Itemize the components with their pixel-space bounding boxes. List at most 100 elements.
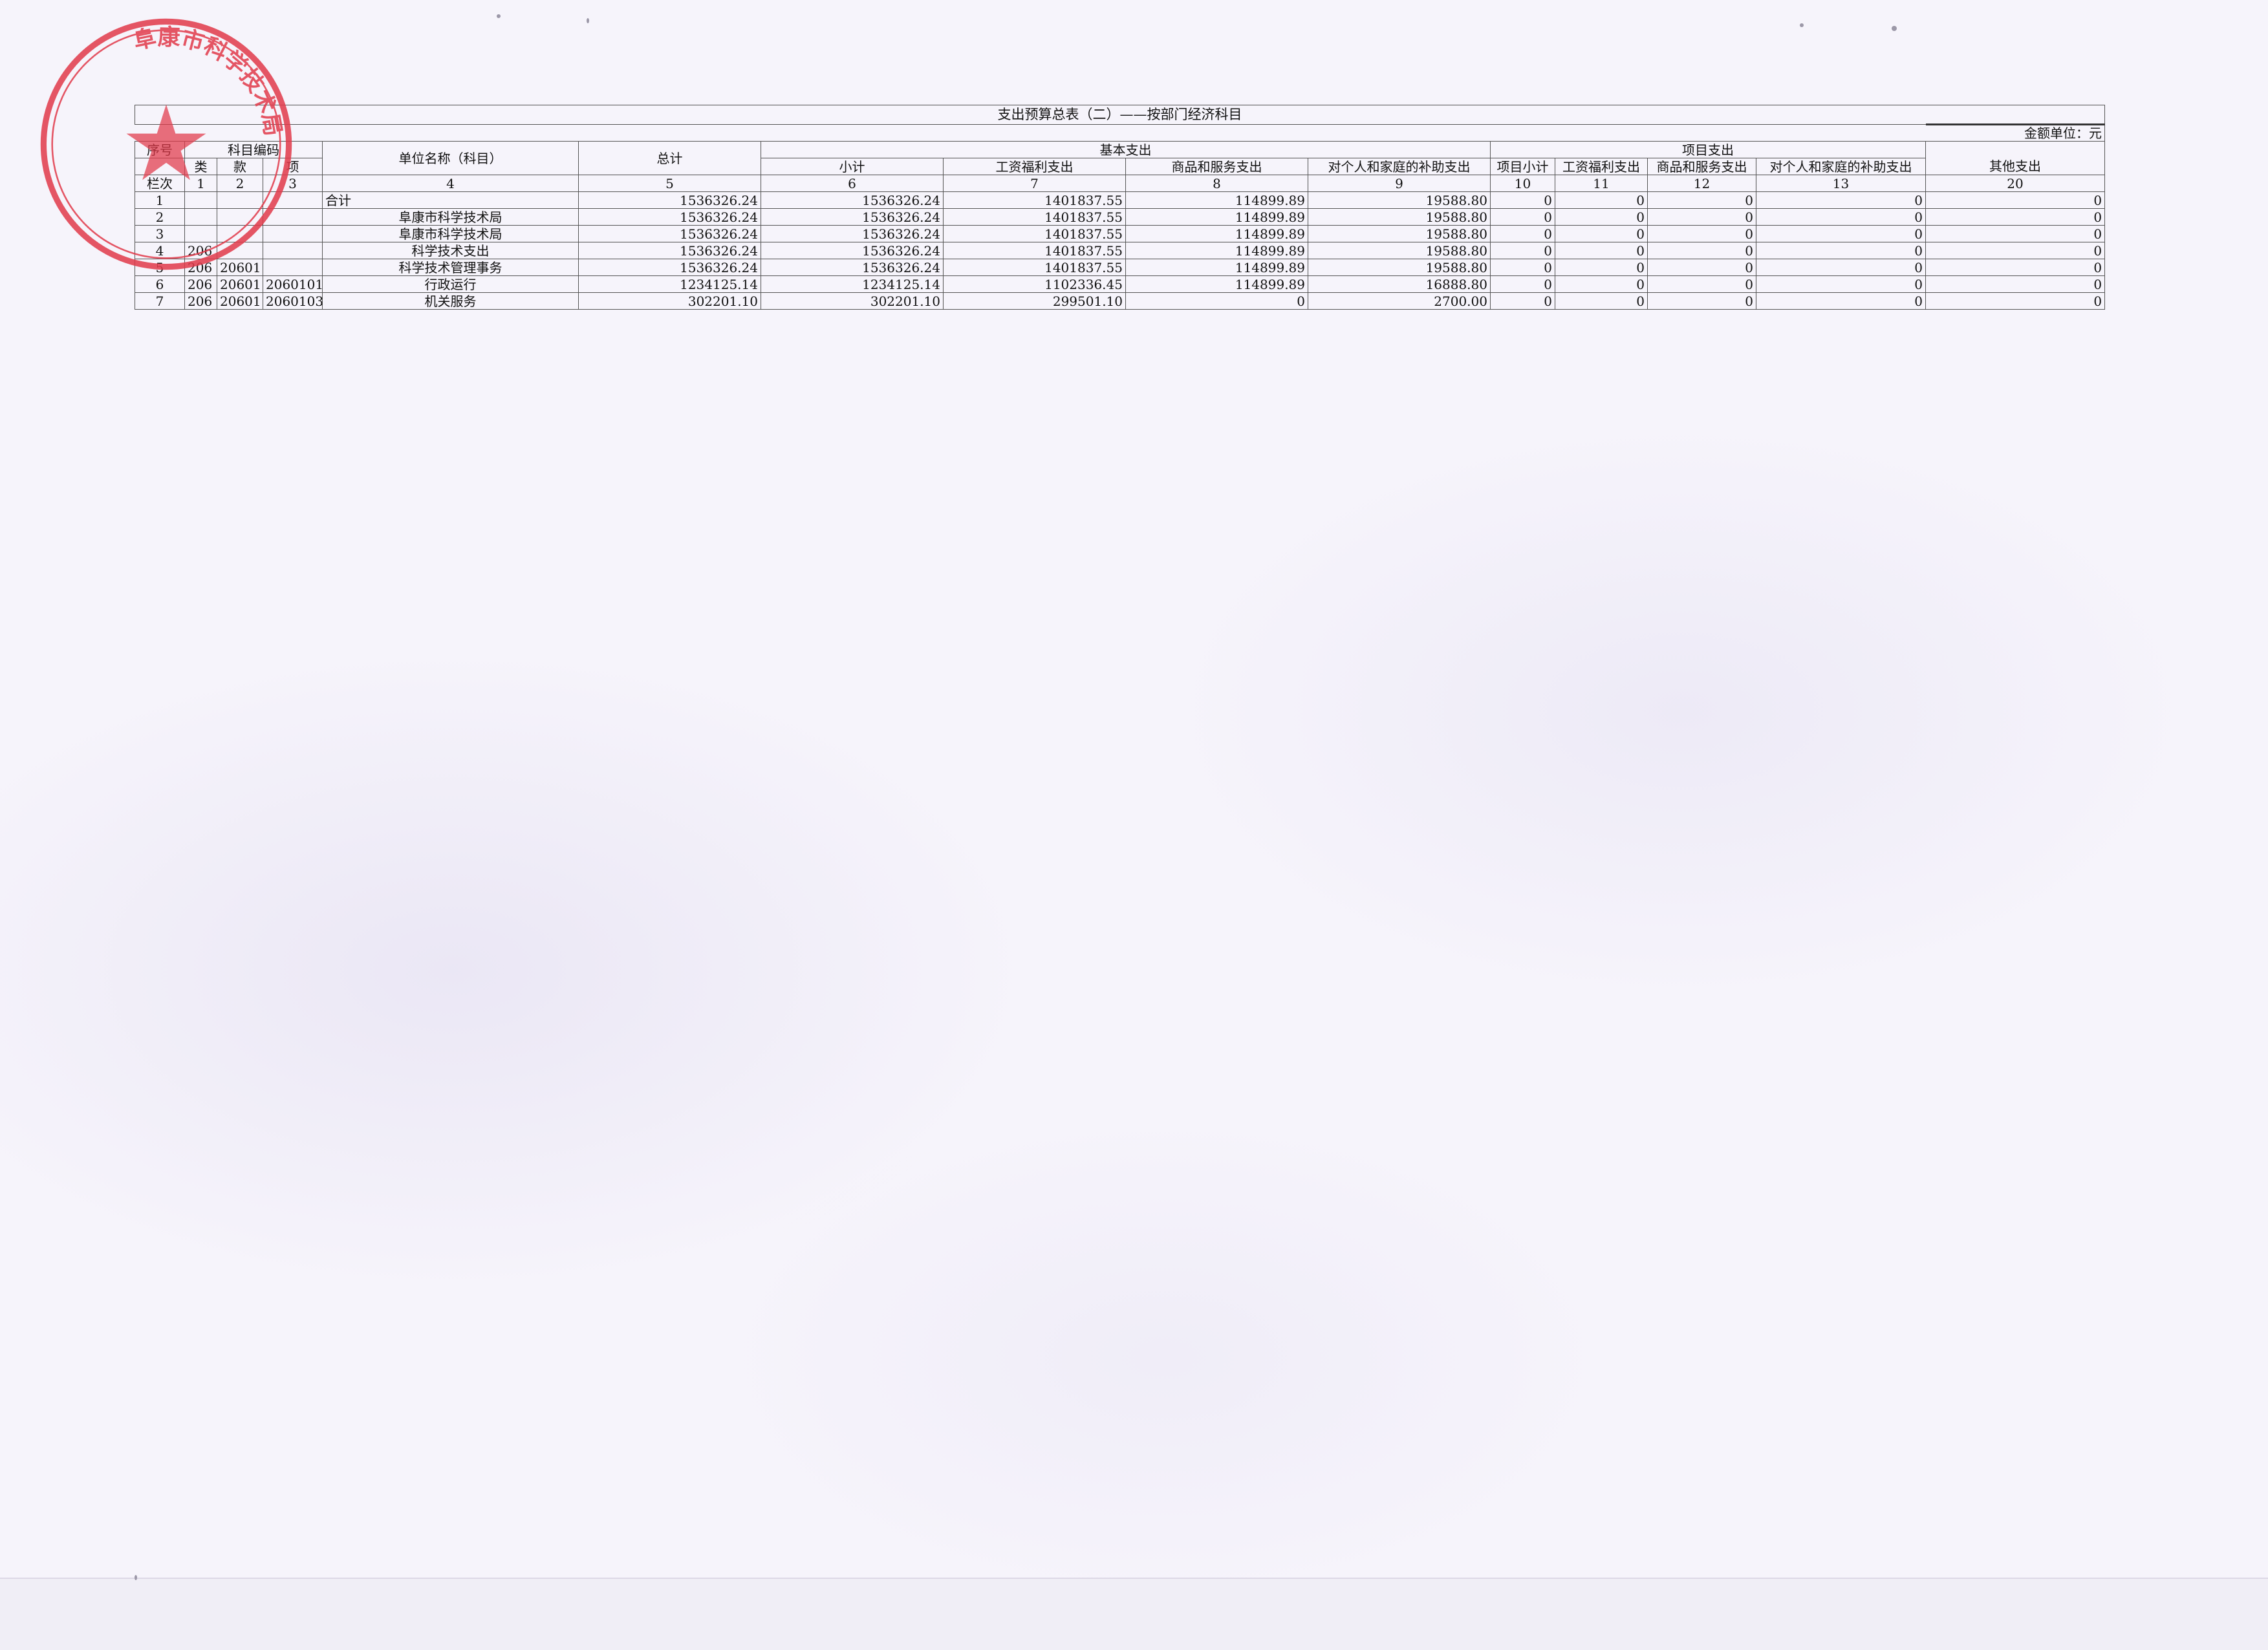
- row-total: 1536326.24: [578, 225, 761, 242]
- row-project-subsidy: 0: [1756, 225, 1926, 242]
- row-unit-name: 阜康市科学技术局: [322, 208, 579, 226]
- scan-speck: [1800, 23, 1804, 27]
- col-number: 5: [578, 175, 761, 192]
- scan-speck: [497, 14, 501, 18]
- scan-speck: [135, 1575, 137, 1580]
- row-basic-goods: 114899.89: [1125, 259, 1308, 276]
- header-row-1: 序号 科目编码 单位名称（科目） 总计 基本支出 项目支出: [135, 141, 2106, 175]
- row-basic-goods: 114899.89: [1125, 208, 1308, 226]
- row-item: 2060101: [263, 275, 323, 293]
- row-other: 0: [1925, 292, 2106, 310]
- title-row: 支出预算总表（二）——按部门经济科目: [134, 105, 2106, 125]
- row-project-subsidy: 0: [1756, 242, 1926, 259]
- row-basic-subsidy: 16888.80: [1308, 275, 1491, 293]
- row-total: 1536326.24: [578, 208, 761, 226]
- table-row: 5 206 20601 科学技术管理事务 1536326.24 1536326.24 140…: [135, 259, 2106, 276]
- row-basic-subtotal: 1536326.24: [761, 191, 944, 209]
- row-basic-goods: 114899.89: [1125, 191, 1308, 209]
- row-project-wage: 0: [1555, 191, 1648, 209]
- header-section: 款: [217, 158, 263, 175]
- col-number: 4: [322, 175, 579, 192]
- header-project-subsidy: 对个人和家庭的补助支出: [1756, 158, 1926, 175]
- row-basic-subtotal: 1536326.24: [761, 225, 944, 242]
- row-unit-name: 合计: [322, 191, 579, 209]
- row-project-wage: 0: [1555, 242, 1648, 259]
- row-item: [263, 191, 323, 209]
- row-project-wage: 0: [1555, 208, 1648, 226]
- row-basic-subsidy: 19588.80: [1308, 191, 1491, 209]
- row-project-subsidy: 0: [1756, 259, 1926, 276]
- row-other: 0: [1925, 208, 2106, 226]
- table-row: 6 206 20601 2060101 行政运行 1234125.14 1234125.14…: [135, 275, 2106, 293]
- header-project-wage: 工资福利支出: [1555, 158, 1648, 175]
- row-total: 302201.10: [578, 292, 761, 310]
- row-project-wage: 0: [1555, 259, 1648, 276]
- row-basic-wage: 1401837.55: [943, 191, 1126, 209]
- col-number: 栏次: [135, 175, 185, 192]
- col-number: 12: [1647, 175, 1756, 192]
- table-row: 1 合计 1536326.24 1536326.24 1401837.55 114899.…: [135, 191, 2106, 209]
- row-other: 0: [1925, 225, 2106, 242]
- row-seq: 4: [135, 242, 185, 259]
- row-project-subtotal: 0: [1490, 225, 1555, 242]
- row-basic-subsidy: 19588.80: [1308, 208, 1491, 226]
- row-total: 1536326.24: [578, 191, 761, 209]
- row-project-goods: 0: [1647, 225, 1756, 242]
- col-number: 3: [263, 175, 323, 192]
- header-unit-name: 单位名称（科目）: [322, 141, 579, 175]
- row-other: 0: [1925, 242, 2106, 259]
- col-number: 11: [1555, 175, 1648, 192]
- header-basic-subsidy: 对个人和家庭的补助支出: [1308, 158, 1491, 175]
- row-project-subsidy: 0: [1756, 191, 1926, 209]
- row-project-goods: 0: [1647, 259, 1756, 276]
- header-subject-code: 科目编码: [184, 141, 323, 158]
- row-section: [217, 208, 263, 226]
- row-other: 0: [1925, 259, 2106, 276]
- row-project-subsidy: 0: [1756, 275, 1926, 293]
- row-section: 20601: [217, 275, 263, 293]
- row-class: 206: [184, 242, 217, 259]
- row-project-wage: 0: [1555, 275, 1648, 293]
- budget-table-container: 支出预算总表（二）——按部门经济科目 金额单位：元 序号 科目编码 单位名称（科…: [134, 105, 2106, 310]
- row-basic-wage: 1401837.55: [943, 208, 1126, 226]
- row-total: 1536326.24: [578, 259, 761, 276]
- header-basic: 基本支出: [761, 141, 1491, 158]
- row-total: 1234125.14: [578, 275, 761, 293]
- row-unit-name: 科学技术管理事务: [322, 259, 579, 276]
- row-basic-subsidy: 19588.80: [1308, 242, 1491, 259]
- row-other: 0: [1925, 191, 2106, 209]
- header-seq: 序号: [135, 141, 185, 158]
- row-project-goods: 0: [1647, 242, 1756, 259]
- header-item: 项: [263, 158, 323, 175]
- row-total: 1536326.24: [578, 242, 761, 259]
- scan-bottom-edge: [0, 1578, 2268, 1650]
- table-row: 2 阜康市科学技术局 1536326.24 1536326.24 1401837.55 1…: [135, 208, 2106, 226]
- row-project-subtotal: 0: [1490, 208, 1555, 226]
- row-basic-subtotal: 1234125.14: [761, 275, 944, 293]
- header-basic-wage: 工资福利支出: [943, 158, 1126, 175]
- col-number: 13: [1756, 175, 1926, 192]
- header-other: 其他支出: [1925, 158, 2106, 175]
- row-project-wage: 0: [1555, 292, 1648, 310]
- row-project-goods: 0: [1647, 292, 1756, 310]
- column-number-row: 栏次 1 2 3 4 5 6 7 8 9 10 11 12 13 20: [135, 175, 2106, 192]
- row-project-goods: 0: [1647, 191, 1756, 209]
- unit-row: 金额单位：元: [135, 123, 2106, 142]
- row-class: [184, 225, 217, 242]
- row-basic-wage: 1401837.55: [943, 225, 1126, 242]
- row-basic-subtotal: 1536326.24: [761, 259, 944, 276]
- header-basic-goods: 商品和服务支出: [1125, 158, 1308, 175]
- row-project-goods: 0: [1647, 275, 1756, 293]
- row-item: 2060103: [263, 292, 323, 310]
- row-item: [263, 259, 323, 276]
- header-total: 总计: [578, 141, 761, 175]
- col-number: 7: [943, 175, 1126, 192]
- col-number: 20: [1925, 175, 2106, 192]
- row-item: [263, 208, 323, 226]
- row-project-wage: 0: [1555, 225, 1648, 242]
- row-basic-subsidy: 2700.00: [1308, 292, 1491, 310]
- row-basic-wage: 1102336.45: [943, 275, 1126, 293]
- col-number: 10: [1490, 175, 1555, 192]
- row-class: 206: [184, 292, 217, 310]
- budget-table: 支出预算总表（二）——按部门经济科目 金额单位：元 序号 科目编码 单位名称（科…: [134, 105, 2106, 310]
